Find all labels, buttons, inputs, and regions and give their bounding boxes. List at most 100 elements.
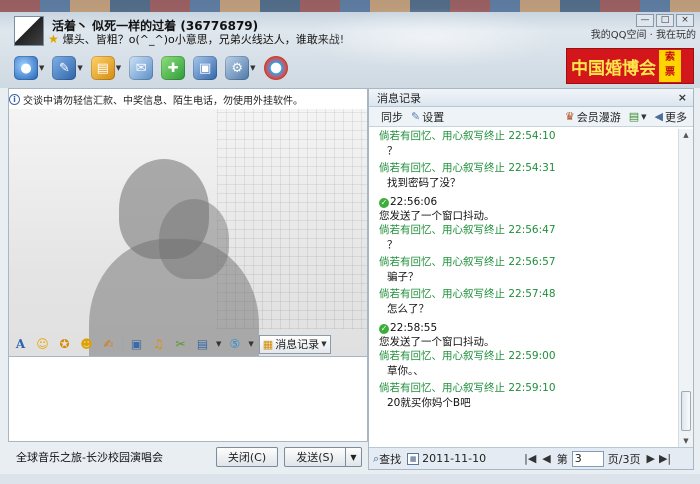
doodle-icon[interactable]: ✍ [100, 336, 117, 353]
message-text: 草你。、 [387, 365, 424, 377]
system-message-text: 您发送了一个窗口抖动。 [379, 210, 495, 222]
emoticon-icon[interactable]: ☺ [34, 336, 51, 353]
message-log-button[interactable]: ▦ 消息记录 ▼ [258, 334, 331, 354]
message-list[interactable]: 倘若有回忆、用心叙写终止 22:54:10 ？ 倘若有回忆、用心叙写终止 22:54… [369, 129, 679, 447]
page-prefix: 第 [556, 452, 568, 466]
history-title: 消息记录 [377, 91, 421, 105]
date-picker[interactable]: ▦ 2011-11-10 [407, 452, 486, 465]
close-button[interactable]: 关闭(C) [216, 447, 278, 467]
calendar-icon: ▦ [407, 452, 420, 465]
remote-assist-button[interactable]: ▣ [193, 56, 218, 80]
system-message-time: 22:58:55 [390, 322, 438, 334]
message-text: 骗子？ [387, 271, 419, 283]
more-label: 更多 [665, 110, 687, 124]
ad-title: 中国婚博会 [571, 58, 656, 79]
soso-button[interactable] [263, 56, 288, 80]
message-log-icon: ▦ [262, 337, 274, 351]
shake-window-icon[interactable]: ☻ [78, 336, 95, 353]
security-notice: i 交谈中请勿轻信汇款、中奖信息、陌生电话，勿使用外挂软件。 [9, 91, 367, 107]
qzone-links[interactable]: 我的QQ空间 · 我在玩的 [591, 26, 696, 41]
soso-phrase-icon[interactable]: ⑤ [226, 336, 243, 353]
send-bar: 全球音乐之旅-长沙校园演唱会 关闭(C) 发送(S) ▼ [8, 446, 368, 468]
history-footer: ⌕ 查找 ▦ 2011-11-10 |◀ ◀ 第 3 页/3页 ▶ ▶| [369, 447, 693, 469]
send-image-icon[interactable]: ▣ [128, 336, 145, 353]
vip-label: 会员漫游 [576, 110, 621, 124]
history-toolbar: 同步 ✎ 设置 ♛ 会员漫游 ▤ ▼ ◀ 更多 [369, 107, 693, 127]
system-message-text: 您发送了一个窗口抖动。 [379, 336, 495, 348]
magic-emoticon-icon[interactable]: ✪ [56, 336, 73, 353]
page-number-input[interactable]: 3 [571, 450, 604, 467]
soso-icon [263, 56, 288, 80]
more-button[interactable]: ◀ 更多 [655, 109, 687, 125]
view-options-icon: ▤ [628, 110, 640, 123]
contact-avatar[interactable] [14, 16, 44, 46]
history-close-button[interactable]: × [678, 91, 687, 104]
chevron-down-icon[interactable]: ▼ [39, 64, 44, 72]
last-page-icon[interactable]: ▶| [659, 452, 671, 465]
history-title-bar: 消息记录 × [369, 89, 693, 107]
chevron-down-icon: ▼ [321, 340, 327, 348]
window-bottom-strip [0, 474, 700, 484]
system-message-header: ✓ 22:56:06 [379, 195, 679, 210]
sms-icon: ✚ [161, 56, 186, 80]
speaker-icon: ◀ [654, 110, 663, 123]
ad-ticket-badge[interactable]: 索票 [659, 50, 681, 82]
message-history-panel: 消息记录 × 同步 ✎ 设置 ♛ 会员漫游 ▤ ▼ ◀ 更多 倘若有回忆、用心叙写终止 … [368, 88, 694, 470]
first-page-icon[interactable]: |◀ [524, 452, 536, 465]
music-icon[interactable]: ♫ [150, 336, 167, 353]
file-transfer-button[interactable]: ▤ ▼ [90, 56, 121, 80]
scrollbar-thumb[interactable] [681, 391, 691, 431]
chevron-down-icon[interactable]: ▼ [248, 340, 253, 348]
prev-page-icon[interactable]: ◀ [542, 452, 550, 465]
search-button[interactable]: 查找 [379, 451, 401, 467]
chevron-down-icon[interactable]: ▼ [216, 340, 221, 348]
system-message-time: 22:56:06 [390, 196, 438, 208]
toolbar-divider [122, 336, 123, 352]
chevron-down-icon: ▼ [641, 112, 647, 121]
video-call-button[interactable]: ● ▼ [14, 56, 44, 80]
next-page-icon[interactable]: ▶ [646, 452, 654, 465]
message-text: ？ [387, 239, 398, 251]
scroll-down-icon[interactable]: ▼ [679, 435, 693, 447]
chevron-down-icon[interactable]: ▼ [77, 64, 82, 72]
message-text: 20就买你妈个B吧 [387, 397, 471, 409]
apps-button[interactable]: ⚙ ▼ [225, 56, 256, 80]
chevron-down-icon[interactable]: ▼ [116, 64, 121, 72]
vip-roaming-button[interactable]: ♛ 会员漫游 [565, 109, 621, 125]
status-message: 爆头、皆粗？o(^_^)o小意思，兄弟火线达人，谁敢来战! [62, 33, 345, 46]
settings-button[interactable]: ✎ 设置 [411, 109, 444, 125]
message-text: 怎么了？ [387, 303, 429, 315]
remote-assist-icon: ▣ [193, 56, 218, 80]
check-icon: ✓ [379, 197, 389, 208]
screenshot-icon[interactable]: ✂ [172, 336, 189, 353]
message-header: 倘若有回忆、用心叙写终止 22:59:00 [379, 350, 556, 362]
message-input[interactable] [8, 356, 368, 442]
view-options-button[interactable]: ▤ ▼ [629, 110, 647, 123]
chevron-down-icon[interactable]: ▼ [250, 64, 255, 72]
apps-icon: ⚙ [225, 56, 250, 80]
settings-label: 设置 [422, 110, 445, 124]
contact-status: ★ 爆头、皆粗？o(^_^)o小意思，兄弟火线达人，谁敢来战! [48, 31, 344, 47]
send-button[interactable]: 发送(S) [284, 447, 346, 467]
mail-button[interactable]: ✉ [129, 56, 154, 80]
sms-button[interactable]: ✚ [161, 56, 186, 80]
send-options-button[interactable]: ▼ [346, 447, 362, 467]
system-message-header: ✓ 22:58:55 [379, 321, 679, 336]
sync-button[interactable]: 同步 [381, 109, 403, 125]
video-call-icon: ● [14, 56, 38, 80]
chat-window-header: 活着丶 似死一样的过着 (36776879) ★ 爆头、皆粗？o(^_^)o小意… [0, 0, 700, 88]
message-log-label: 消息记录 [275, 338, 320, 351]
file-transfer-icon: ▤ [90, 56, 115, 80]
voice-call-button[interactable]: ✎ ▼ [52, 56, 83, 80]
voice-call-icon: ✎ [52, 56, 77, 80]
message-header: 倘若有回忆、用心叙写终止 22:54:10 [379, 130, 556, 142]
history-scrollbar[interactable]: ▲ ▼ [678, 129, 693, 447]
wedding-expo-ad[interactable]: 中国婚博会 索票 [566, 48, 694, 84]
scroll-up-icon[interactable]: ▲ [679, 129, 693, 141]
message-header: 倘若有回忆、用心叙写终止 22:59:10 [379, 382, 556, 394]
music-promo-link[interactable]: 全球音乐之旅-长沙校园演唱会 [8, 449, 216, 465]
mail-icon: ✉ [129, 56, 154, 80]
display-mode-icon[interactable]: ▤ [194, 336, 211, 353]
font-icon[interactable]: A [12, 336, 29, 353]
page-suffix: 页/3页 [607, 452, 641, 466]
